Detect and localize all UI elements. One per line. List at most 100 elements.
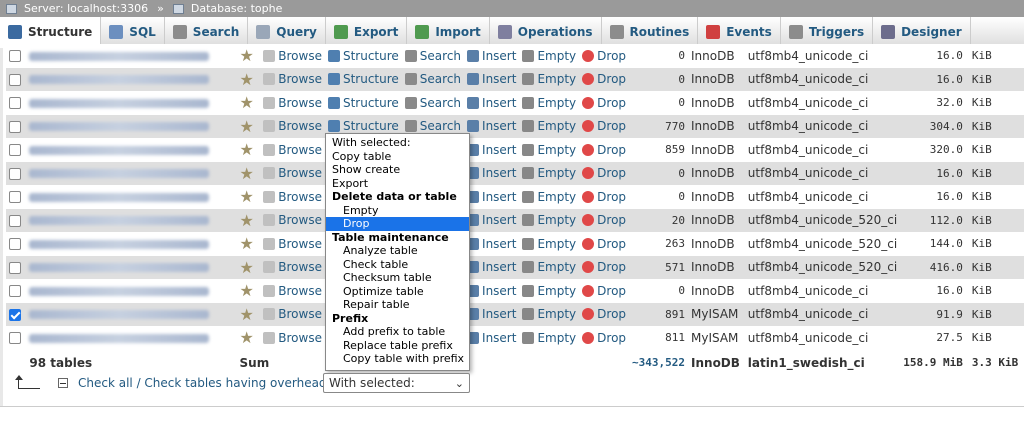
star-icon[interactable]: ★ (240, 140, 254, 159)
search-link[interactable]: Search (420, 119, 461, 133)
tab-triggers[interactable]: Triggers (781, 16, 874, 48)
row-checkbox[interactable] (9, 50, 21, 63)
browse-link[interactable]: Browse (278, 96, 322, 110)
insert-link[interactable]: Insert (482, 237, 516, 251)
drop-link[interactable]: Drop (597, 49, 626, 63)
drop-link[interactable]: Drop (597, 284, 626, 298)
menu-option-copy-table[interactable]: Copy table (326, 150, 469, 164)
empty-link[interactable]: Empty (537, 143, 576, 157)
uncheck-all-icon[interactable] (58, 378, 68, 388)
menu-option-repair-table[interactable]: Repair table (326, 298, 469, 312)
empty-link[interactable]: Empty (537, 331, 576, 345)
drop-link[interactable]: Drop (597, 72, 626, 86)
empty-link[interactable]: Empty (537, 284, 576, 298)
star-icon[interactable]: ★ (240, 234, 254, 253)
table-name-blurred[interactable] (29, 75, 210, 85)
size[interactable]: 16.0 (900, 279, 966, 303)
insert-link[interactable]: Insert (482, 307, 516, 321)
size[interactable]: 16.0 (900, 67, 966, 91)
size[interactable]: 27.5 (900, 326, 966, 350)
empty-link[interactable]: Empty (537, 49, 576, 63)
empty-link[interactable]: Empty (537, 237, 576, 251)
empty-link[interactable]: Empty (537, 213, 576, 227)
star-icon[interactable]: ★ (240, 211, 254, 230)
insert-link[interactable]: Insert (482, 331, 516, 345)
empty-link[interactable]: Empty (537, 72, 576, 86)
menu-option-add-prefix-to-table[interactable]: Add prefix to table (326, 325, 469, 339)
size[interactable]: 32.0 (900, 91, 966, 115)
row-checkbox[interactable] (9, 308, 21, 321)
size[interactable]: 416.0 (900, 255, 966, 279)
structure-link[interactable]: Structure (343, 72, 399, 86)
structure-link[interactable]: Structure (343, 49, 399, 63)
browse-link[interactable]: Browse (278, 119, 322, 133)
menu-option-with-selected[interactable]: With selected: (326, 136, 469, 150)
search-link[interactable]: Search (420, 49, 461, 63)
row-checkbox[interactable] (9, 285, 21, 298)
star-icon[interactable]: ★ (240, 187, 254, 206)
table-name-blurred[interactable] (29, 145, 210, 155)
menu-option-show-create[interactable]: Show create (326, 163, 469, 177)
empty-link[interactable]: Empty (537, 260, 576, 274)
menu-option-optimize-table[interactable]: Optimize table (326, 285, 469, 299)
empty-link[interactable]: Empty (537, 96, 576, 110)
tab-structure[interactable]: Structure (0, 16, 102, 48)
browse-link[interactable]: Browse (278, 331, 322, 345)
check-all-link[interactable]: Check all / Check tables having overhead (78, 376, 327, 390)
tab-query[interactable]: Query (248, 16, 326, 48)
tab-search[interactable]: Search (165, 16, 249, 48)
table-name-blurred[interactable] (29, 51, 210, 61)
browse-link[interactable]: Browse (278, 307, 322, 321)
drop-link[interactable]: Drop (597, 331, 626, 345)
browse-link[interactable]: Browse (278, 72, 322, 86)
search-link[interactable]: Search (420, 96, 461, 110)
row-checkbox[interactable] (9, 214, 21, 227)
browse-link[interactable]: Browse (278, 49, 322, 63)
browse-link[interactable]: Browse (278, 284, 322, 298)
with-selected-select[interactable]: With selected: ⌄ (323, 373, 470, 393)
star-icon[interactable]: ★ (240, 117, 254, 136)
insert-link[interactable]: Insert (482, 119, 516, 133)
menu-option-export[interactable]: Export (326, 177, 469, 191)
tab-sql[interactable]: SQL (101, 16, 165, 48)
table-name-blurred[interactable] (29, 98, 210, 108)
drop-link[interactable]: Drop (597, 213, 626, 227)
drop-link[interactable]: Drop (597, 166, 626, 180)
insert-link[interactable]: Insert (482, 284, 516, 298)
browse-link[interactable]: Browse (278, 166, 322, 180)
tab-export[interactable]: Export (326, 16, 408, 48)
table-name-blurred[interactable] (29, 216, 210, 226)
star-icon[interactable]: ★ (240, 93, 254, 112)
table-name-blurred[interactable] (29, 122, 210, 132)
star-icon[interactable]: ★ (240, 70, 254, 89)
menu-option-check-table[interactable]: Check table (326, 258, 469, 272)
insert-link[interactable]: Insert (482, 96, 516, 110)
structure-link[interactable]: Structure (343, 96, 399, 110)
browse-link[interactable]: Browse (278, 260, 322, 274)
star-icon[interactable]: ★ (240, 328, 254, 347)
empty-link[interactable]: Empty (537, 307, 576, 321)
table-name-blurred[interactable] (29, 239, 210, 249)
row-checkbox[interactable] (9, 238, 21, 251)
drop-link[interactable]: Drop (597, 260, 626, 274)
row-checkbox[interactable] (9, 191, 21, 204)
drop-link[interactable]: Drop (597, 307, 626, 321)
tab-routines[interactable]: Routines (602, 16, 699, 48)
tab-operations[interactable]: Operations (490, 16, 602, 48)
menu-option-checksum-table[interactable]: Checksum table (326, 271, 469, 285)
insert-link[interactable]: Insert (482, 49, 516, 63)
table-name-blurred[interactable] (29, 286, 210, 296)
drop-link[interactable]: Drop (597, 143, 626, 157)
insert-link[interactable]: Insert (482, 143, 516, 157)
star-icon[interactable]: ★ (240, 305, 254, 324)
row-checkbox[interactable] (9, 261, 21, 274)
table-name-blurred[interactable] (29, 310, 210, 320)
empty-link[interactable]: Empty (537, 119, 576, 133)
star-icon[interactable]: ★ (240, 281, 254, 300)
menu-option-drop[interactable]: Drop (326, 217, 469, 231)
size[interactable]: 91.9 (900, 302, 966, 326)
insert-link[interactable]: Insert (482, 260, 516, 274)
browse-link[interactable]: Browse (278, 237, 322, 251)
table-name-blurred[interactable] (29, 169, 210, 179)
star-icon[interactable]: ★ (240, 46, 254, 65)
